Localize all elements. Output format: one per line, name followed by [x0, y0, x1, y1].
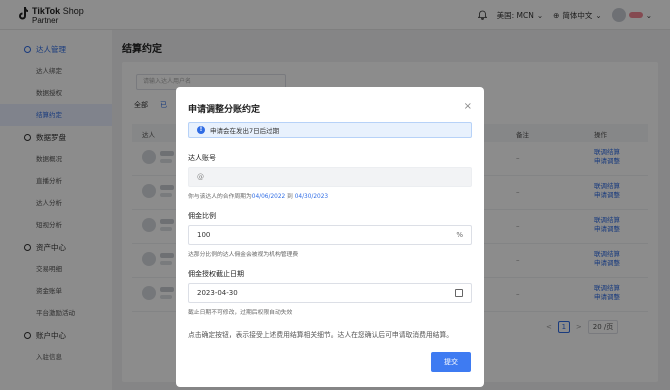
close-icon[interactable]: × [464, 101, 472, 112]
alert-text: 申请会在发出7日后过期 [210, 127, 280, 135]
modal-title: 申请调整分账约定 [188, 105, 261, 115]
date-label: 佣金授权截止日期 [188, 270, 244, 278]
info-icon: ! [197, 126, 205, 134]
percent-suffix: % [456, 231, 463, 239]
account-label: 达人账号 [188, 154, 216, 162]
authorization-date-picker[interactable]: 2023-04-30 [188, 283, 472, 303]
account-hint: 你与该达人的合作周期为04/06/2022 到 04/30/2023 [188, 194, 329, 200]
info-alert: ! 申请会在发出7日后过期 [188, 122, 472, 138]
calendar-icon [455, 289, 463, 297]
ratio-label: 佣金比例 [188, 212, 216, 220]
account-field: @ [188, 167, 472, 187]
submit-button[interactable]: 提交 [431, 352, 471, 372]
adjust-agreement-modal: 申请调整分账约定 × ! 申请会在发出7日后过期 达人账号 @ 你与该达人的合作… [176, 87, 484, 387]
ratio-hint: 达那分比例的达人佣金会被视为机构管理费 [188, 252, 299, 258]
date-hint: 截止日期不可修改，过期后权限自动失效 [188, 310, 293, 316]
commission-ratio-input[interactable]: 100 % [188, 225, 472, 245]
confirm-note: 点击确定按钮，表示接受上述费用结算相关细节。达人在您确认后可申请取消费用结算。 [188, 331, 454, 339]
